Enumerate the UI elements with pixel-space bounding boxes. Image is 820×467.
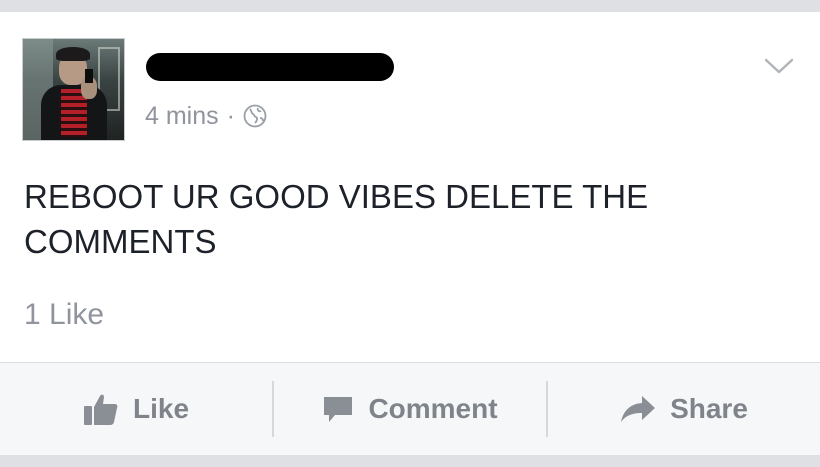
share-button-label: Share <box>670 393 748 424</box>
post-text: REBOOT UR GOOD VIBES DELETE THE COMMENTS <box>24 178 649 260</box>
post-meta: 4 mins · <box>145 100 267 132</box>
comment-button-label: Comment <box>368 393 498 424</box>
share-arrow-icon <box>620 394 656 424</box>
author-name-redacted[interactable] <box>146 53 394 81</box>
likes-count[interactable]: 1 Like <box>24 298 104 332</box>
chevron-down-icon[interactable] <box>764 56 794 78</box>
post-card: 4 mins · REBOOT UR GOOD VIBES DELETE THE… <box>0 12 820 455</box>
like-button-label: Like <box>132 393 190 424</box>
comment-button[interactable]: Comment <box>274 363 546 455</box>
comment-bubble-icon <box>322 393 354 425</box>
meta-separator: · <box>226 101 235 130</box>
avatar-hair <box>56 47 90 61</box>
avatar[interactable] <box>22 38 125 141</box>
avatar-phone <box>85 69 93 83</box>
globe-icon[interactable] <box>243 104 267 128</box>
like-button[interactable]: Like <box>0 363 272 455</box>
share-button[interactable]: Share <box>548 363 820 455</box>
thumbs-up-icon <box>83 392 119 426</box>
action-bar: Like Comment Share <box>0 362 820 455</box>
post-timestamp[interactable]: 4 mins <box>145 102 219 131</box>
